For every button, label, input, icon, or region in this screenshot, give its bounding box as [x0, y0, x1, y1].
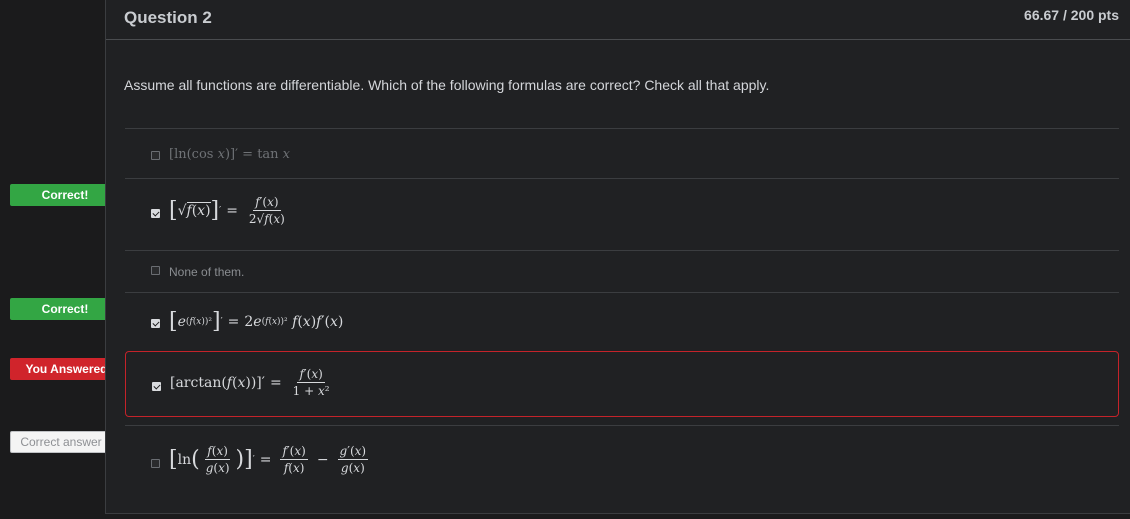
answer-option: None of them.: [125, 250, 1119, 292]
answer-checkbox[interactable]: [152, 382, 161, 391]
correct-answer-tag-label: Correct answer: [10, 431, 112, 453]
answer-checkbox[interactable]: [151, 266, 160, 275]
answer-option: [ln(f(x) g(x))] ′ = f′(x) f(x) − g′(x) g(x): [125, 425, 1119, 503]
answer-checkbox[interactable]: [151, 459, 160, 468]
question-points: 66.67 / 200 pts: [1024, 7, 1119, 23]
answer-formula: [ln(f(x) g(x))] ′ = f′(x) f(x) − g′(x) g(x): [169, 444, 369, 475]
answer-option: [e (f(x))²] ′ = 2 e (f(x))² f(x) f ′(x): [125, 292, 1119, 350]
answer-checkbox[interactable]: [151, 151, 160, 160]
correct-answer-tag: Correct answer: [10, 431, 120, 453]
question-panel: Question 2 66.67 / 200 pts Assume all fu…: [105, 0, 1130, 514]
answer-formula: [e (f(x))²] ′ = 2 e (f(x))² f(x) f ′(x): [169, 309, 344, 334]
left-gutter: Correct! Correct! You Answered Correct a…: [0, 0, 131, 519]
question-title: Question 2: [124, 8, 212, 27]
answer-checkbox[interactable]: [151, 209, 160, 218]
correct-tag-label: Correct!: [10, 184, 120, 206]
answer-checkbox[interactable]: [151, 319, 160, 328]
question-prompt: Assume all functions are differentiable.…: [124, 77, 770, 93]
question-header: Question 2 66.67 / 200 pts: [106, 0, 1130, 40]
answer-formula: [ln(cos x)]′ = tan x: [169, 147, 291, 162]
answer-option-incorrect: [arctan(f(x))]′ = f′(x) 1 + x²: [125, 351, 1119, 417]
answer-option: [ln(cos x)]′ = tan x: [125, 128, 1119, 178]
answer-label: None of them.: [169, 265, 245, 279]
correct-tag-label: Correct!: [10, 298, 120, 320]
answer-formula: [√ f(x)] ′ = f′(x) 2√f(x): [169, 195, 285, 226]
answer-option: [√ f(x)] ′ = f′(x) 2√f(x): [125, 178, 1119, 250]
answer-formula: [arctan(f(x))]′ = f′(x) 1 + x²: [170, 367, 330, 398]
